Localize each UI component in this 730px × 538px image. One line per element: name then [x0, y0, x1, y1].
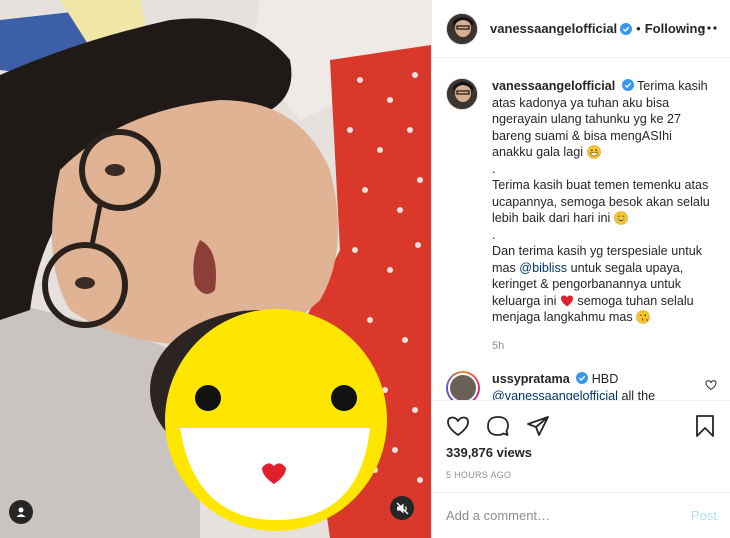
comment-text: ussypratama HBD @vanessaangelofficial al…: [492, 371, 702, 400]
author-username[interactable]: vanessaangelofficial: [490, 21, 617, 36]
more-options-icon: [701, 26, 717, 30]
add-comment-bar: Post: [432, 492, 730, 538]
face-blowing-kiss-emoji-icon: [636, 310, 651, 324]
caption-text: vanessaangelofficial Terima kasih atas k…: [492, 78, 712, 354]
comment-body-tail: all the: [621, 388, 656, 401]
caption: vanessaangelofficial Terima kasih atas k…: [446, 78, 717, 354]
user-tag-icon: [16, 507, 26, 517]
red-heart-emoji-icon: [560, 295, 573, 306]
commenter-username[interactable]: ussypratama: [492, 372, 570, 386]
comment-mention-link[interactable]: @vanessaangelofficial: [492, 389, 618, 401]
heart-icon[interactable]: [446, 414, 470, 438]
view-count[interactable]: 339,876 views: [446, 445, 717, 460]
mute-button[interactable]: [390, 496, 414, 520]
post-details-panel: vanessaangelofficial • Following vanessa…: [431, 0, 730, 538]
caption-dot-1: .: [492, 161, 496, 176]
share-icon[interactable]: [526, 414, 550, 438]
bookmark-icon[interactable]: [693, 414, 717, 438]
post-media[interactable]: [0, 0, 431, 538]
header-separator: •: [636, 21, 641, 36]
caption-author-avatar[interactable]: [446, 78, 478, 110]
caption-dot-2: .: [492, 227, 496, 242]
video-frame: [0, 0, 431, 538]
author-avatar[interactable]: [446, 12, 478, 45]
comment-icon[interactable]: [486, 414, 510, 438]
add-comment-input[interactable]: [446, 508, 691, 523]
muted-speaker-icon: [396, 502, 408, 514]
comment-like-heart-icon[interactable]: [705, 379, 717, 391]
grinning-emoji-icon: [586, 145, 601, 159]
commenter-avatar[interactable]: [446, 371, 480, 400]
caption-line-2: Terima kasih buat temen temenku atas uca…: [492, 178, 710, 225]
smiling-tear-emoji-icon: [614, 211, 628, 225]
following-button[interactable]: Following: [645, 21, 706, 36]
comment-item: ussypratama HBD @vanessaangelofficial al…: [446, 371, 717, 400]
user-tag-button[interactable]: [9, 500, 33, 524]
verified-badge-icon: [621, 79, 634, 91]
verified-badge-icon: [620, 22, 633, 35]
verified-badge-icon: [576, 372, 589, 384]
more-options-button[interactable]: [699, 18, 719, 38]
caption-author-username[interactable]: vanessaangelofficial: [492, 79, 615, 93]
comments-list[interactable]: vanessaangelofficial Terima kasih atas k…: [432, 58, 730, 400]
post-header: vanessaangelofficial • Following: [432, 0, 730, 58]
post-actions: 339,876 views 5 HOURS AGO: [432, 400, 730, 492]
post-timestamp: 5 HOURS AGO: [446, 470, 512, 480]
caption-mention-link[interactable]: @bibliss: [519, 261, 567, 275]
comment-body-text: HBD: [591, 372, 619, 386]
post-comment-button[interactable]: Post: [691, 508, 717, 523]
caption-time[interactable]: 5h: [492, 338, 712, 355]
